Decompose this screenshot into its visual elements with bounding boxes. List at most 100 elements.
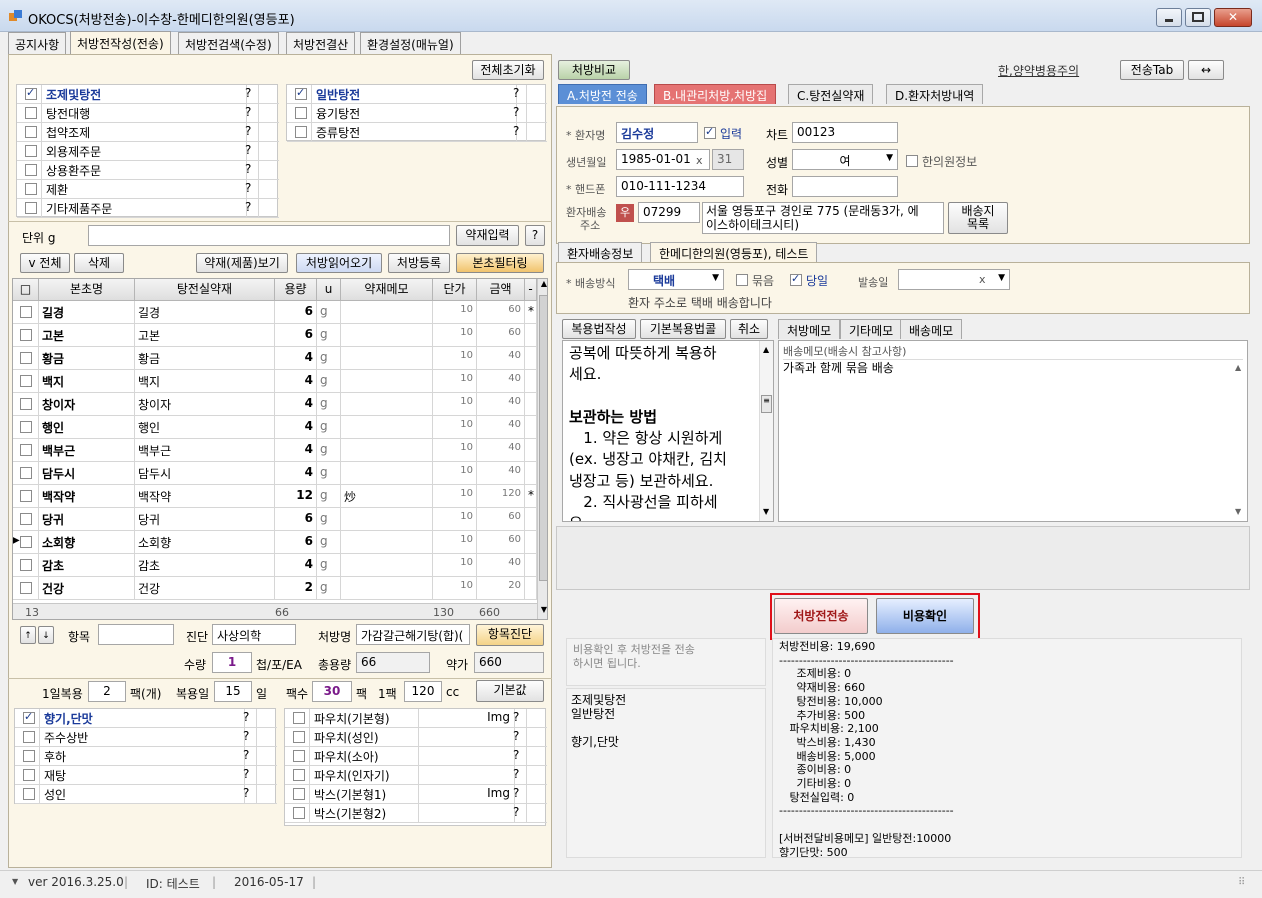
item-checkbox[interactable] [293,750,305,762]
ship-method-select[interactable]: 택배 ▼ [628,269,724,290]
item-checkbox[interactable] [293,807,305,819]
tab-rx-send[interactable]: A.처방전 전송 [558,84,647,104]
tab-shipping-memo[interactable]: 배송메모 [900,319,963,339]
item-help[interactable]: ? [239,728,257,747]
input-checkbox[interactable] [704,125,716,139]
clinic-info-checkbox[interactable] [906,155,918,167]
row-checkbox[interactable] [20,444,32,456]
phone-input[interactable]: 010-111-1234 [616,176,744,197]
row-checkbox[interactable] [20,559,32,571]
item-input[interactable] [98,624,174,645]
instructions-scrollbar[interactable]: ▲ ≡ ▼ [759,341,773,521]
maximize-button[interactable] [1185,8,1211,27]
address-field[interactable]: 서울 영등포구 경인로 775 (문래동3가, 에 이스하이테크시티) [702,202,944,234]
grid-header-name[interactable]: 본초명 [39,279,135,301]
tab-herbs[interactable]: C.탕전실약재 [788,84,874,104]
days-input[interactable]: 15 [214,681,252,702]
item-help[interactable]: ? [509,728,527,747]
cell-qty[interactable]: 6 [275,301,317,324]
move-down-button[interactable]: ↓ [38,626,54,644]
send-rx-button[interactable]: 처방전전송 [774,598,868,634]
list-item[interactable]: 파우치(기본형) Img? [285,709,547,728]
cell-memo[interactable] [341,416,433,439]
item-checkbox[interactable] [295,107,307,119]
cell-qty[interactable]: 4 [275,416,317,439]
cell-memo[interactable] [341,577,433,600]
write-method-button[interactable]: 복용법작성 [562,319,636,339]
chart-input[interactable]: 00123 [792,122,898,143]
cell-memo[interactable] [341,531,433,554]
item-checkbox[interactable] [25,107,37,119]
diagnosis-input[interactable]: 사상의학 [212,624,296,645]
cell-memo[interactable] [341,508,433,531]
item-help[interactable]: ? [241,142,259,161]
cell-qty[interactable]: 4 [275,439,317,462]
sex-select[interactable]: 여 ▼ [792,149,898,170]
item-help[interactable]: ? [509,85,527,104]
patient-name-input[interactable]: 김수정 [616,122,698,143]
tab-my-rx[interactable]: B.내관리처방,처방집 [654,84,777,104]
tab-settings[interactable]: 환경설정(매뉴얼) [360,32,461,54]
item-help[interactable]: ? [241,123,259,142]
tab-rx-settlement[interactable]: 처방전결산 [286,32,356,54]
list-item[interactable]: 파우치(성인)? [285,728,547,747]
tab-patient-shipping[interactable]: 환자배송정보 [558,242,643,262]
item-help[interactable]: ? [509,804,527,823]
sameday-checkbox[interactable] [790,272,802,286]
grid-header-price[interactable]: 단가 [433,279,477,301]
item-img-link[interactable]: Img [421,709,515,728]
table-row[interactable]: 당귀 당귀 6 g 10 60 [13,508,547,531]
bundle-checkbox[interactable] [736,274,748,286]
resize-grip-icon[interactable]: ⠿ [1238,877,1245,888]
daily-input[interactable]: 2 [88,681,126,702]
item-img-link[interactable] [421,728,515,747]
instructions-memo[interactable]: 공복에 따뜻하게 복용하 세요. 보관하는 방법 1. 약은 항상 시원하게 (ex.… [562,340,774,522]
cost-check-button[interactable]: 비용확인 [876,598,974,634]
cell-qty[interactable]: 6 [275,508,317,531]
list-item[interactable]: 제환? [17,180,279,199]
item-checkbox[interactable] [25,164,37,176]
grid-header-qty[interactable]: 용량 [275,279,317,301]
grid-header-herb[interactable]: 탕전실약재 [135,279,275,301]
table-row[interactable]: 길경 길경 6 g 10 60 * [13,301,547,324]
ship-date-clear-icon[interactable]: x [979,273,986,286]
item-help[interactable]: ? [509,123,527,142]
item-help[interactable]: ? [241,104,259,123]
register-rx-button[interactable]: 처방등록 [388,253,450,273]
item-checkbox[interactable] [23,710,35,724]
item-help[interactable]: ? [509,785,527,804]
compare-rx-button[interactable]: 처방비교 [558,60,630,80]
item-checkbox[interactable] [23,731,35,743]
item-help[interactable]: ? [509,709,527,728]
list-item[interactable]: 박스(기본형2)? [285,804,547,823]
item-help[interactable]: ? [239,747,257,766]
tab-notice[interactable]: 공지사항 [8,32,67,54]
zip-input[interactable]: 07299 [638,202,700,223]
tab-patient-history[interactable]: D.환자처방내역 [886,84,984,104]
item-checkbox[interactable] [23,788,35,800]
item-img-link[interactable]: Img [421,785,515,804]
herb-search-input[interactable] [88,225,450,246]
item-img-link[interactable] [421,766,515,785]
basic-method-button[interactable]: 기본복용법콜 [640,319,726,339]
cell-memo[interactable] [341,462,433,485]
reset-all-button[interactable]: 전체초기화 [472,60,544,80]
list-item[interactable]: 향기,단맛? [15,709,277,728]
address-list-button[interactable]: 배송지 목록 [948,202,1008,234]
tel-input[interactable] [792,176,898,197]
list-item[interactable]: 주수상반? [15,728,277,747]
cell-memo[interactable] [341,301,433,324]
caution-link[interactable]: 한,양약병용주의 [998,62,1079,79]
default-button[interactable]: 기본값 [476,680,544,702]
item-checkbox[interactable] [25,183,37,195]
list-item[interactable]: 일반탕전? [287,85,547,104]
item-checkbox[interactable] [25,86,37,100]
grid-header-check[interactable]: □ [13,279,39,301]
cell-memo[interactable] [341,393,433,416]
list-item[interactable]: 증류탕전? [287,123,547,142]
item-img-link[interactable] [421,804,515,823]
cell-qty[interactable]: 4 [275,370,317,393]
item-checkbox[interactable] [25,126,37,138]
row-checkbox[interactable] [20,329,32,341]
cell-qty[interactable]: 2 [275,577,317,600]
